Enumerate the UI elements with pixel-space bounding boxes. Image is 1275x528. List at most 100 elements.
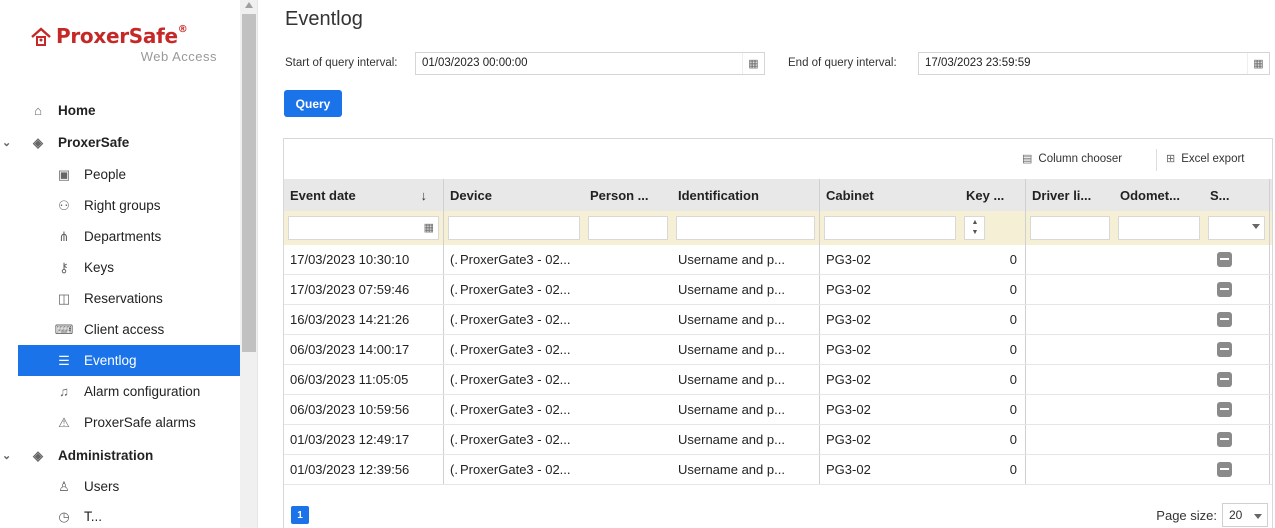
logo-house-icon bbox=[31, 27, 51, 46]
home-icon: ⌂ bbox=[34, 103, 42, 118]
calendar-icon[interactable]: ▦ bbox=[742, 53, 764, 74]
sidebar-item-t[interactable]: ◷ T... bbox=[54, 501, 102, 528]
spinner-icon[interactable]: ▲ ▼ bbox=[968, 218, 982, 238]
sidebar-item-right-groups[interactable]: ⚇ Right groups bbox=[54, 190, 160, 221]
cell-date: 06/03/2023 10:59:56 bbox=[284, 395, 444, 424]
table-row[interactable]: 06/03/2023 14:00:17 (. ProxerGate3 - 02...… bbox=[284, 335, 1272, 365]
sidebar-item-administration[interactable]: ⌄ ◈ Administration bbox=[2, 440, 153, 471]
cell-date: 06/03/2023 14:00:17 bbox=[284, 335, 444, 364]
filter-cell bbox=[1114, 211, 1204, 245]
cell-key: 0 bbox=[960, 305, 1026, 334]
org-chart-icon: ⋔ bbox=[58, 228, 70, 244]
cell-key: 0 bbox=[960, 395, 1026, 424]
cell-date: 17/03/2023 07:59:46 bbox=[284, 275, 444, 304]
table-row[interactable]: 01/03/2023 12:39:56 (. ProxerGate3 - 02...… bbox=[284, 455, 1272, 485]
filter-input[interactable] bbox=[448, 216, 580, 240]
page-size-select[interactable]: 20 bbox=[1222, 503, 1268, 527]
sidebar-item-reservations[interactable]: ◫ Reservations bbox=[54, 283, 163, 314]
column-header-8[interactable]: S... bbox=[1204, 179, 1270, 211]
column-header-6[interactable]: Driver li... bbox=[1026, 179, 1114, 211]
scroll-up-arrow-icon[interactable] bbox=[245, 2, 253, 8]
filter-cell bbox=[584, 211, 672, 245]
sidebar-item-client-access[interactable]: ⌨ Client access bbox=[54, 314, 165, 345]
filter-input[interactable] bbox=[1118, 216, 1200, 240]
main-content: Eventlog Start of query interval: 01/03/… bbox=[270, 0, 1275, 528]
cell-odometer bbox=[1114, 365, 1204, 394]
sidebar-item-home[interactable]: ⌂ Home bbox=[28, 95, 95, 126]
cell-device-text: ProxerGate3 - 02... bbox=[459, 342, 571, 357]
scrollbar-thumb[interactable] bbox=[242, 14, 256, 352]
cell-odometer bbox=[1114, 455, 1204, 484]
column-header-4[interactable]: Cabinet bbox=[820, 179, 960, 211]
sort-descending-icon: ↓ bbox=[420, 187, 428, 203]
logo-brand: ProxerSafe® bbox=[56, 24, 188, 48]
cell-device-text: ProxerGate3 - 02... bbox=[459, 432, 571, 447]
table-row[interactable]: 16/03/2023 14:21:26 (. ProxerGate3 - 02...… bbox=[284, 305, 1272, 335]
column-header-2[interactable]: Person ... bbox=[584, 179, 672, 211]
page-size-value: 20 bbox=[1229, 508, 1243, 522]
column-header-label: Identification bbox=[678, 187, 759, 203]
sidebar-item-departments[interactable]: ⋔ Departments bbox=[54, 221, 162, 252]
cell-odometer bbox=[1114, 305, 1204, 334]
cell-device: (. ProxerGate3 - 02... bbox=[444, 395, 584, 424]
column-header-label: Driver li... bbox=[1032, 187, 1092, 203]
cell-driver bbox=[1026, 365, 1114, 394]
chevron-down-icon[interactable] bbox=[1252, 224, 1260, 229]
sidebar-scrollbar[interactable] bbox=[240, 0, 257, 528]
column-header-1[interactable]: Device bbox=[444, 179, 584, 211]
filter-input[interactable]: ▦ bbox=[288, 216, 439, 240]
sidebar-item-users[interactable]: ♙ Users bbox=[54, 471, 119, 502]
sidebar-item-alarm-configuration[interactable]: ♫ Alarm configuration bbox=[54, 376, 200, 407]
filter-input[interactable] bbox=[824, 216, 956, 240]
column-header-3[interactable]: Identification bbox=[672, 179, 820, 211]
cell-device-prefix: (. bbox=[450, 402, 458, 417]
filter-input[interactable] bbox=[676, 216, 815, 240]
calendar-icon[interactable]: ▦ bbox=[424, 221, 434, 234]
column-chooser-label: Column chooser bbox=[1038, 152, 1123, 165]
column-chooser-button[interactable]: ▤ Column chooser bbox=[1022, 152, 1123, 166]
table-row[interactable]: 01/03/2023 12:49:17 (. ProxerGate3 - 02...… bbox=[284, 425, 1272, 455]
excel-export-label: Excel export bbox=[1181, 152, 1245, 165]
table-row[interactable]: 17/03/2023 07:59:46 (. ProxerGate3 - 02...… bbox=[284, 275, 1272, 305]
cell-device: (. ProxerGate3 - 02... bbox=[444, 245, 584, 274]
cell-identification: Username and p... bbox=[672, 245, 820, 274]
cell-driver bbox=[1026, 455, 1114, 484]
sidebar-item-label: Keys bbox=[84, 260, 115, 275]
chevron-down-icon[interactable]: ⌄ bbox=[2, 449, 11, 462]
chevron-down-icon[interactable]: ⌄ bbox=[2, 136, 11, 149]
minus-state-icon bbox=[1217, 432, 1232, 447]
table-row[interactable]: 06/03/2023 10:59:56 (. ProxerGate3 - 02...… bbox=[284, 395, 1272, 425]
filter-input[interactable] bbox=[1208, 216, 1265, 240]
table-row[interactable]: 17/03/2023 10:30:10 (. ProxerGate3 - 02...… bbox=[284, 245, 1272, 275]
grid-body: 17/03/2023 10:30:10 (. ProxerGate3 - 02...… bbox=[284, 245, 1272, 485]
filter-input[interactable] bbox=[588, 216, 668, 240]
start-date-field[interactable]: 01/03/2023 00:00:00 ▦ bbox=[415, 52, 765, 75]
column-header-label: Cabinet bbox=[826, 187, 874, 203]
sidebar-item-proxersafe-alarms[interactable]: ⚠ ProxerSafe alarms bbox=[54, 407, 196, 438]
excel-export-button[interactable]: ⊞ Excel export bbox=[1166, 152, 1245, 166]
cell-identification: Username and p... bbox=[672, 275, 820, 304]
filter-input[interactable] bbox=[1030, 216, 1110, 240]
toolbar-divider bbox=[1156, 149, 1157, 171]
sidebar-item-keys[interactable]: ⚷ Keys bbox=[54, 252, 114, 283]
query-button[interactable]: Query bbox=[284, 90, 342, 117]
sidebar-item-eventlog[interactable]: ☰ Eventlog bbox=[18, 345, 240, 376]
state-cell bbox=[1204, 425, 1270, 454]
page-1-button[interactable]: 1 bbox=[291, 506, 309, 524]
calendar-icon[interactable]: ▦ bbox=[1247, 53, 1269, 74]
cell-key: 0 bbox=[960, 335, 1026, 364]
cell-device: (. ProxerGate3 - 02... bbox=[444, 425, 584, 454]
sidebar-item-label: Eventlog bbox=[84, 353, 137, 368]
column-header-0[interactable]: Event date ↓ bbox=[284, 179, 444, 211]
table-row[interactable]: 06/03/2023 11:05:05 (. ProxerGate3 - 02...… bbox=[284, 365, 1272, 395]
clock-icon: ◷ bbox=[58, 508, 70, 524]
cell-identification: Username and p... bbox=[672, 305, 820, 334]
end-date-field[interactable]: 17/03/2023 23:59:59 ▦ bbox=[918, 52, 1270, 75]
column-header-7[interactable]: Odomet... bbox=[1114, 179, 1204, 211]
column-header-5[interactable]: Key ... bbox=[960, 179, 1026, 211]
filter-input[interactable]: ▲ ▼ bbox=[964, 216, 985, 240]
list-icon: ☰ bbox=[58, 352, 70, 368]
sidebar-item-proxersafe[interactable]: ⌄ ◈ ProxerSafe bbox=[2, 127, 129, 158]
state-cell bbox=[1204, 275, 1270, 304]
sidebar-item-people[interactable]: ▣ People bbox=[54, 159, 126, 190]
